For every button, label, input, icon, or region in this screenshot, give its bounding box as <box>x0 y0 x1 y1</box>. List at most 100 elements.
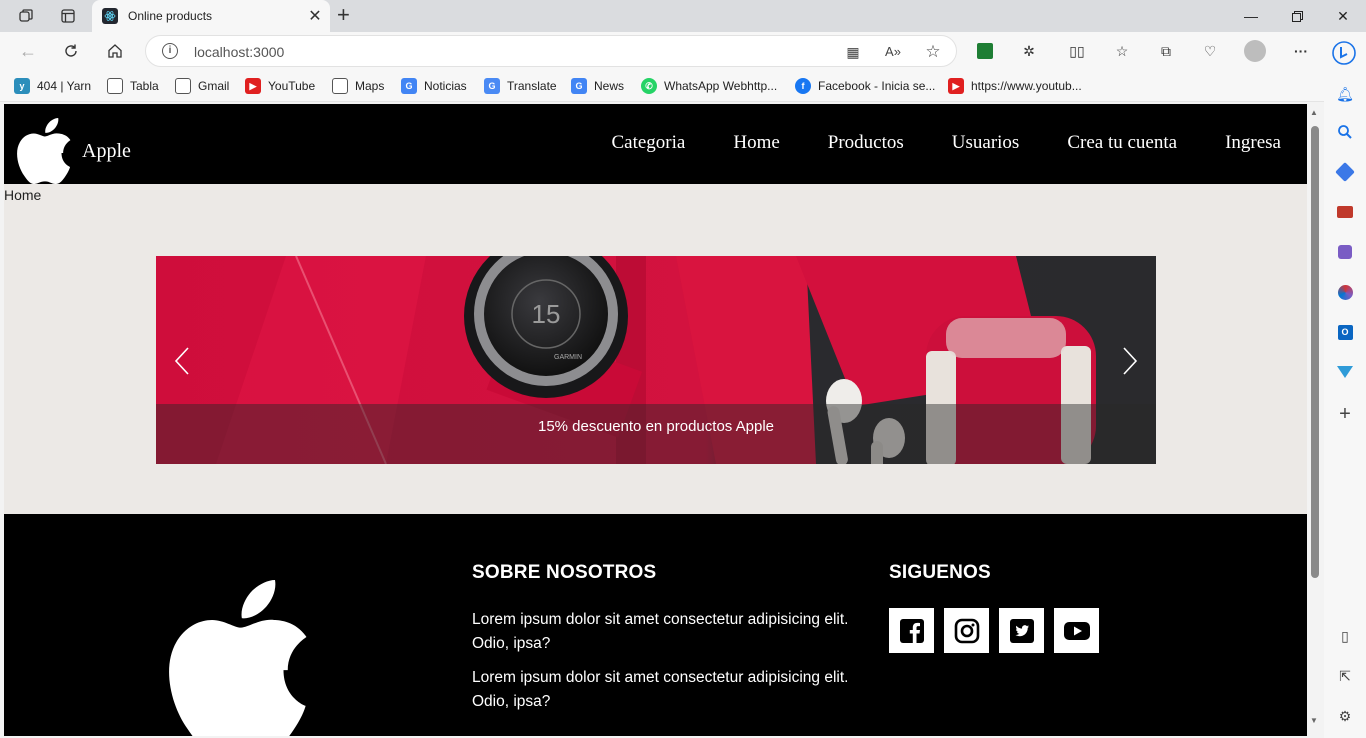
bookmark-label: Noticias <box>424 79 467 93</box>
bookmark-label: Facebook - Inicia se... <box>818 79 936 93</box>
footer-apple-logo-icon <box>169 580 307 736</box>
workspaces-icon[interactable] <box>14 5 38 27</box>
whatsapp-icon: ✆ <box>641 78 657 94</box>
bookmarks-bar: y 404 | Yarn Tabla Gmail ▶ YouTube Maps GN… <box>0 70 1366 102</box>
bookmark-gmail[interactable]: Gmail <box>175 77 229 95</box>
nav-home[interactable]: Home <box>733 132 779 154</box>
bookmark-label: Tabla <box>130 79 159 93</box>
breadcrumb: Home <box>4 187 42 203</box>
restore-icon[interactable] <box>1274 4 1320 28</box>
social-links <box>889 608 1109 653</box>
translate-icon: G <box>484 78 500 94</box>
facebook-icon[interactable] <box>889 608 934 653</box>
google-news-icon: G <box>571 78 587 94</box>
apple-logo-icon[interactable] <box>16 118 74 184</box>
bookmark-maps[interactable]: Maps <box>332 77 384 95</box>
youtube-icon: ▶ <box>948 78 964 94</box>
active-tab[interactable]: Online products ✕ <box>92 0 330 32</box>
scroll-up-arrow-icon[interactable]: ▲ <box>1310 108 1318 117</box>
close-tab-icon[interactable]: ✕ <box>304 6 326 26</box>
bookmark-news[interactable]: G News <box>571 77 624 95</box>
outlook-icon[interactable]: O <box>1335 322 1355 342</box>
extension-green-icon[interactable] <box>975 41 995 61</box>
nav-usuarios[interactable]: Usuarios <box>952 132 1020 154</box>
about-paragraph-1: Lorem ipsum dolor sit amet consectetur a… <box>472 611 849 652</box>
bookmark-youtube[interactable]: ▶ YouTube <box>245 77 315 95</box>
favorite-star-icon[interactable]: ☆ <box>924 43 942 61</box>
bookmark-label: WhatsApp Webhttp... <box>664 79 778 93</box>
carousel-next-icon[interactable] <box>1120 346 1140 376</box>
favorites-icon[interactable]: ☆ <box>1112 41 1132 61</box>
edge-sidebar: 🔔︎ O + ▯ ⇱ ⚙ <box>1324 70 1366 738</box>
bookmark-noticias[interactable]: G Noticias <box>401 77 467 95</box>
youtube-icon[interactable] <box>1054 608 1099 653</box>
watch-brand: GARMIN <box>554 354 582 361</box>
bookmark-label: Translate <box>507 79 557 93</box>
carousel-caption: 15% descuento en productos Apple <box>537 418 774 435</box>
tab-actions-icon[interactable] <box>56 5 80 27</box>
twitter-icon[interactable] <box>999 608 1044 653</box>
yarn-icon: y <box>14 78 30 94</box>
bookmark-translate[interactable]: G Translate <box>484 77 557 95</box>
close-window-icon[interactable]: ✕ <box>1320 4 1366 28</box>
page-icon <box>332 78 348 94</box>
scroll-thumb[interactable] <box>1311 126 1319 578</box>
google-news-icon: G <box>401 78 417 94</box>
address-bar[interactable]: i localhost:3000 ▦ A» ☆ <box>145 35 957 67</box>
profile-avatar[interactable] <box>1244 40 1266 62</box>
new-tab-icon[interactable]: + <box>337 4 350 26</box>
bookmark-label: https://www.youtub... <box>971 79 1082 93</box>
bookmark-tabla[interactable]: Tabla <box>107 77 159 95</box>
bookmark-yarn[interactable]: y 404 | Yarn <box>14 77 91 95</box>
site-info-icon[interactable]: i <box>162 43 178 59</box>
nav-crea-cuenta[interactable]: Crea tu cuenta <box>1067 132 1177 154</box>
microsoft365-icon[interactable] <box>1335 282 1355 302</box>
tab-strip: Online products ✕ + — ✕ <box>0 0 1366 32</box>
tools-briefcase-icon[interactable] <box>1335 202 1355 222</box>
settings-gear-icon[interactable]: ⚙ <box>1335 706 1355 726</box>
minimize-icon[interactable]: — <box>1228 4 1274 28</box>
youtube-icon: ▶ <box>245 78 261 94</box>
back-icon[interactable]: ← <box>15 39 41 63</box>
shopping-tag-icon[interactable] <box>1335 162 1355 182</box>
follow-heading: SIGUENOS <box>889 562 991 583</box>
copilot-icon[interactable] <box>1332 41 1356 65</box>
extensions-icon[interactable]: ✲ <box>1019 41 1039 61</box>
read-aloud-icon[interactable]: A» <box>884 43 902 61</box>
instagram-icon[interactable] <box>944 608 989 653</box>
sidebar-panel-icon[interactable]: ▯ <box>1335 626 1355 646</box>
about-heading: SOBRE NOSOTROS <box>472 562 657 583</box>
facebook-icon: f <box>795 78 811 94</box>
add-sidebar-app-icon[interactable]: + <box>1335 403 1355 425</box>
brand-name[interactable]: Apple <box>82 140 131 163</box>
notifications-bell-icon[interactable]: 🔔︎ <box>1335 84 1355 104</box>
bookmark-label: News <box>594 79 625 93</box>
nav-productos[interactable]: Productos <box>828 132 904 154</box>
home-icon[interactable] <box>102 39 128 63</box>
page-scrollbar[interactable]: ▲ ▼ <box>1308 104 1322 736</box>
bookmark-facebook[interactable]: f Facebook - Inicia se... <box>795 77 935 95</box>
carousel-prev-icon[interactable] <box>172 346 192 376</box>
bookmark-label: Gmail <box>198 79 230 93</box>
promo-carousel: 15 GARMIN 15% descuento en productos App… <box>156 256 1156 464</box>
split-screen-icon[interactable]: ▯▯ <box>1067 41 1087 61</box>
open-external-icon[interactable]: ⇱ <box>1335 666 1355 686</box>
scroll-down-arrow-icon[interactable]: ▼ <box>1310 716 1318 725</box>
bookmark-whatsapp[interactable]: ✆ WhatsApp Webhttp... <box>641 77 777 95</box>
page-icon <box>107 78 123 94</box>
page-icon <box>175 78 191 94</box>
nav-ingresa[interactable]: Ingresa <box>1225 132 1281 154</box>
browser-essentials-icon[interactable]: ♡ <box>1200 41 1220 61</box>
site-navbar: Apple Categoria Home Productos Usuarios … <box>4 104 1307 184</box>
url-text: localhost:3000 <box>194 44 285 60</box>
drop-icon[interactable] <box>1335 362 1355 382</box>
search-icon[interactable] <box>1335 122 1355 142</box>
games-icon[interactable] <box>1335 242 1355 262</box>
collections-icon[interactable]: ⧉ <box>1156 41 1176 61</box>
refresh-icon[interactable] <box>58 39 84 63</box>
nav-categoria[interactable]: Categoria <box>611 132 685 154</box>
app-available-icon[interactable]: ▦ <box>844 43 862 61</box>
bookmark-youtube-url[interactable]: ▶ https://www.youtub... <box>948 77 1082 95</box>
web-viewport: Apple Categoria Home Productos Usuarios … <box>4 104 1307 736</box>
more-options-icon[interactable]: ··· <box>1291 41 1311 61</box>
